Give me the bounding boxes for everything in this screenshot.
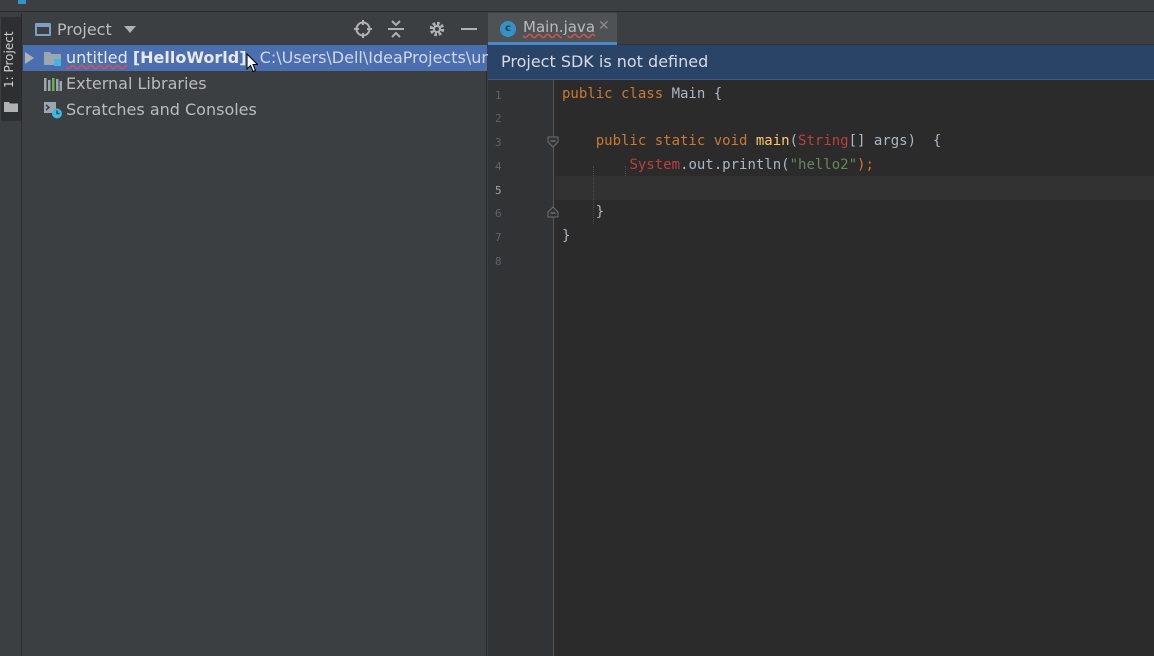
tab-main-java[interactable]: c Main.java ✕ [488,13,617,45]
tree-item-label: untitled [HelloWorld] C:\Users\Dell\Idea… [66,45,533,71]
code-token: public class [562,86,672,102]
editor-area: c Main.java ✕ Project SDK is not defined… [488,13,1154,656]
code-token: main [755,133,790,149]
code-token: [] args) { [848,133,942,149]
code-token: } [562,228,571,244]
project-stripe-button[interactable]: 1: Project [1,17,21,121]
project-name: untitled [66,48,128,67]
code-token: public static void [562,133,756,149]
module-folder-icon [44,52,61,66]
tree-item-label: Scratches and Consoles [66,100,257,119]
gear-icon[interactable] [428,20,446,38]
line-number-current: 5 [495,184,502,197]
code-editor[interactable]: public class Main { public static void m… [555,80,1154,656]
tree-item-scratches[interactable]: Scratches and Consoles [23,97,487,123]
line-number: 3 [495,136,502,149]
close-tab-icon[interactable]: ✕ [598,18,610,34]
folder-icon [4,102,18,112]
minimize-icon[interactable] [460,20,478,38]
libraries-icon [44,78,62,91]
editor-tab-bar: c Main.java ✕ [488,13,1154,45]
sdk-notification-banner: Project SDK is not defined [488,45,1154,80]
project-stripe-label: 1: Project [2,31,16,89]
scratches-icon [44,102,62,119]
code-token: Main { [671,86,723,102]
code-token: ); [857,157,874,173]
code-token: ( [789,133,799,149]
module-name: [HelloWorld] [132,48,247,67]
dropdown-arrow-icon [123,25,136,33]
code-line-7: } [562,228,570,244]
project-view-label: Project [57,19,112,39]
java-class-icon: c [500,21,516,37]
tab-label: Main.java [523,18,596,36]
line-number-gutter[interactable]: 1 2 3 4 5 6 7 8 [488,80,559,656]
left-tool-stripe: 1: Project [0,13,22,656]
project-panel-header: Project [23,13,487,45]
toolbar-accent [18,0,26,4]
line-number: 1 [495,89,502,102]
line-number: 8 [495,255,502,268]
collapse-all-icon[interactable] [387,20,405,38]
code-token: System [629,157,681,173]
code-token: "hello2" [789,157,858,173]
line-number: 6 [495,207,502,220]
top-toolbar-strip [0,0,1154,12]
code-token: } [562,204,605,220]
mouse-cursor-icon [246,53,258,73]
project-view-selector[interactable]: Project [35,18,136,40]
tree-item-label: External Libraries [66,74,207,93]
notification-text: Project SDK is not defined [501,52,709,71]
code-line-1: public class Main { [562,86,722,102]
locate-icon[interactable] [354,20,372,38]
project-window-icon [35,22,51,36]
expand-arrow-icon[interactable] [25,52,34,64]
code-line-4: System.out.println("hello2"); [562,157,874,173]
code-token: .out.println( [680,157,790,173]
project-tool-window: Project untitled [HelloWorld] C:\Users\D… [23,13,533,656]
line-number: 7 [495,231,502,244]
line-number: 2 [495,112,502,125]
tree-item-external-libraries[interactable]: External Libraries [23,71,487,97]
line-number: 4 [495,160,502,173]
code-token: String [798,133,849,149]
caret-row-highlight [555,176,1154,200]
code-line-3: public static void main(String[] args) { [562,133,942,149]
code-line-6: } [562,204,604,220]
